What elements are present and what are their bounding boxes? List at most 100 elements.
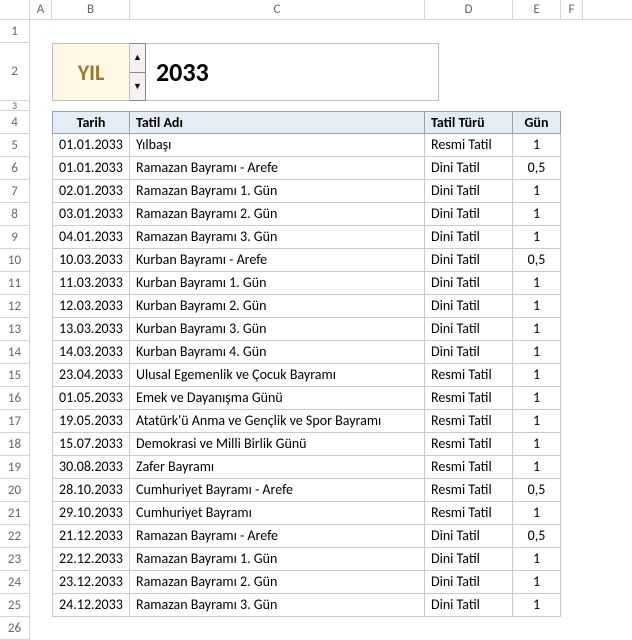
header-days[interactable]: Gün — [513, 111, 561, 134]
row-header[interactable]: 18 — [0, 433, 30, 456]
cell-type[interactable]: Resmi Tatil — [425, 134, 513, 157]
cell-name[interactable]: Ramazan Bayramı 3. Gün — [130, 594, 425, 617]
cell-name[interactable]: Ramazan Bayramı 3. Gün — [130, 226, 425, 249]
col-header-B[interactable]: B — [52, 0, 130, 19]
cell-days[interactable]: 1 — [513, 318, 561, 341]
cell-date[interactable]: 11.03.2033 — [52, 272, 130, 295]
row-header[interactable]: 24 — [0, 571, 30, 594]
row-header[interactable]: 12 — [0, 295, 30, 318]
row-header[interactable]: 22 — [0, 525, 30, 548]
col-header-F[interactable]: F — [561, 0, 583, 19]
cell-name[interactable]: Kurban Bayramı 1. Gün — [130, 272, 425, 295]
row-header[interactable]: 25 — [0, 594, 30, 617]
row-header[interactable]: 23 — [0, 548, 30, 571]
cell-name[interactable]: Yılbaşı — [130, 134, 425, 157]
cell-days[interactable]: 1 — [513, 272, 561, 295]
row-header[interactable]: 1 — [0, 20, 30, 43]
cell-date[interactable]: 23.04.2033 — [52, 364, 130, 387]
select-all-corner[interactable] — [0, 0, 30, 19]
cell-days[interactable]: 1 — [513, 548, 561, 571]
cell-days[interactable]: 1 — [513, 571, 561, 594]
cell-days[interactable]: 1 — [513, 341, 561, 364]
row-header[interactable]: 9 — [0, 226, 30, 249]
cell-days[interactable]: 0,5 — [513, 525, 561, 548]
cell-days[interactable]: 1 — [513, 410, 561, 433]
cell-name[interactable]: Cumhuriyet Bayramı - Arefe — [130, 479, 425, 502]
spinner-up-icon[interactable]: ▲ — [130, 44, 145, 73]
year-spinner[interactable]: ▲ ▼ — [130, 43, 146, 101]
cell-name[interactable]: Ramazan Bayramı 2. Gün — [130, 571, 425, 594]
cell-type[interactable]: Dini Tatil — [425, 594, 513, 617]
row-header[interactable]: 19 — [0, 456, 30, 479]
cell-date[interactable]: 28.10.2033 — [52, 479, 130, 502]
cell-days[interactable]: 1 — [513, 364, 561, 387]
row-header[interactable]: 7 — [0, 180, 30, 203]
row-header[interactable]: 26 — [0, 617, 30, 640]
header-name[interactable]: Tatil Adı — [130, 111, 425, 134]
cell-name[interactable]: Demokrasi ve Milli Birlik Günü — [130, 433, 425, 456]
cell-type[interactable]: Dini Tatil — [425, 249, 513, 272]
cell-type[interactable]: Dini Tatil — [425, 180, 513, 203]
cell-name[interactable]: Cumhuriyet Bayramı — [130, 502, 425, 525]
cell-days[interactable]: 1 — [513, 433, 561, 456]
row-header[interactable]: 8 — [0, 203, 30, 226]
cell-date[interactable]: 22.12.2033 — [52, 548, 130, 571]
cell-date[interactable]: 13.03.2033 — [52, 318, 130, 341]
cell-type[interactable]: Dini Tatil — [425, 318, 513, 341]
cell-name[interactable]: Ramazan Bayramı - Arefe — [130, 525, 425, 548]
cell-date[interactable]: 19.05.2033 — [52, 410, 130, 433]
cell-date[interactable]: 21.12.2033 — [52, 525, 130, 548]
cell-type[interactable]: Dini Tatil — [425, 548, 513, 571]
cell-type[interactable]: Resmi Tatil — [425, 456, 513, 479]
cell-name[interactable]: Ramazan Bayramı 1. Gün — [130, 180, 425, 203]
cell-type[interactable]: Dini Tatil — [425, 226, 513, 249]
cell-name[interactable]: Kurban Bayramı - Arefe — [130, 249, 425, 272]
spinner-down-icon[interactable]: ▼ — [130, 73, 145, 101]
cell-date[interactable]: 30.08.2033 — [52, 456, 130, 479]
cell-name[interactable]: Ramazan Bayramı - Arefe — [130, 157, 425, 180]
cell-type[interactable]: Dini Tatil — [425, 525, 513, 548]
cell-type[interactable]: Resmi Tatil — [425, 479, 513, 502]
cell-days[interactable]: 0,5 — [513, 249, 561, 272]
cell-name[interactable]: Kurban Bayramı 4. Gün — [130, 341, 425, 364]
cell-days[interactable]: 0,5 — [513, 479, 561, 502]
cell-type[interactable]: Dini Tatil — [425, 341, 513, 364]
cell-date[interactable]: 14.03.2033 — [52, 341, 130, 364]
cell-date[interactable]: 10.03.2033 — [52, 249, 130, 272]
cell-date[interactable]: 03.01.2033 — [52, 203, 130, 226]
header-type[interactable]: Tatil Türü — [425, 111, 513, 134]
header-date[interactable]: Tarih — [52, 111, 130, 134]
row-header[interactable]: 16 — [0, 387, 30, 410]
row-header[interactable]: 5 — [0, 134, 30, 157]
row-header[interactable]: 21 — [0, 502, 30, 525]
cell-type[interactable]: Dini Tatil — [425, 272, 513, 295]
row-header[interactable]: 17 — [0, 410, 30, 433]
cell-type[interactable]: Dini Tatil — [425, 571, 513, 594]
cell-date[interactable]: 29.10.2033 — [52, 502, 130, 525]
cell-days[interactable]: 1 — [513, 226, 561, 249]
cell-date[interactable]: 01.01.2033 — [52, 157, 130, 180]
cell-type[interactable]: Resmi Tatil — [425, 502, 513, 525]
cell-days[interactable]: 1 — [513, 594, 561, 617]
cell-name[interactable]: Kurban Bayramı 3. Gün — [130, 318, 425, 341]
cell-name[interactable]: Ramazan Bayramı 1. Gün — [130, 548, 425, 571]
cell-date[interactable]: 24.12.2033 — [52, 594, 130, 617]
row-header[interactable]: 11 — [0, 272, 30, 295]
cell-days[interactable]: 1 — [513, 203, 561, 226]
cell-type[interactable]: Resmi Tatil — [425, 387, 513, 410]
row-header[interactable]: 20 — [0, 479, 30, 502]
col-header-E[interactable]: E — [513, 0, 561, 19]
col-header-D[interactable]: D — [425, 0, 513, 19]
cell-type[interactable]: Dini Tatil — [425, 203, 513, 226]
cell-date[interactable]: 15.07.2033 — [52, 433, 130, 456]
col-header-C[interactable]: C — [130, 0, 425, 19]
cell-days[interactable]: 1 — [513, 387, 561, 410]
cell-type[interactable]: Resmi Tatil — [425, 364, 513, 387]
row-header[interactable]: 13 — [0, 318, 30, 341]
cell-name[interactable]: Emek ve Dayanışma Günü — [130, 387, 425, 410]
cell-type[interactable]: Resmi Tatil — [425, 433, 513, 456]
cell-name[interactable]: Ramazan Bayramı 2. Gün — [130, 203, 425, 226]
cell-days[interactable]: 1 — [513, 180, 561, 203]
cell-name[interactable]: Ulusal Egemenlik ve Çocuk Bayramı — [130, 364, 425, 387]
cell-date[interactable]: 23.12.2033 — [52, 571, 130, 594]
